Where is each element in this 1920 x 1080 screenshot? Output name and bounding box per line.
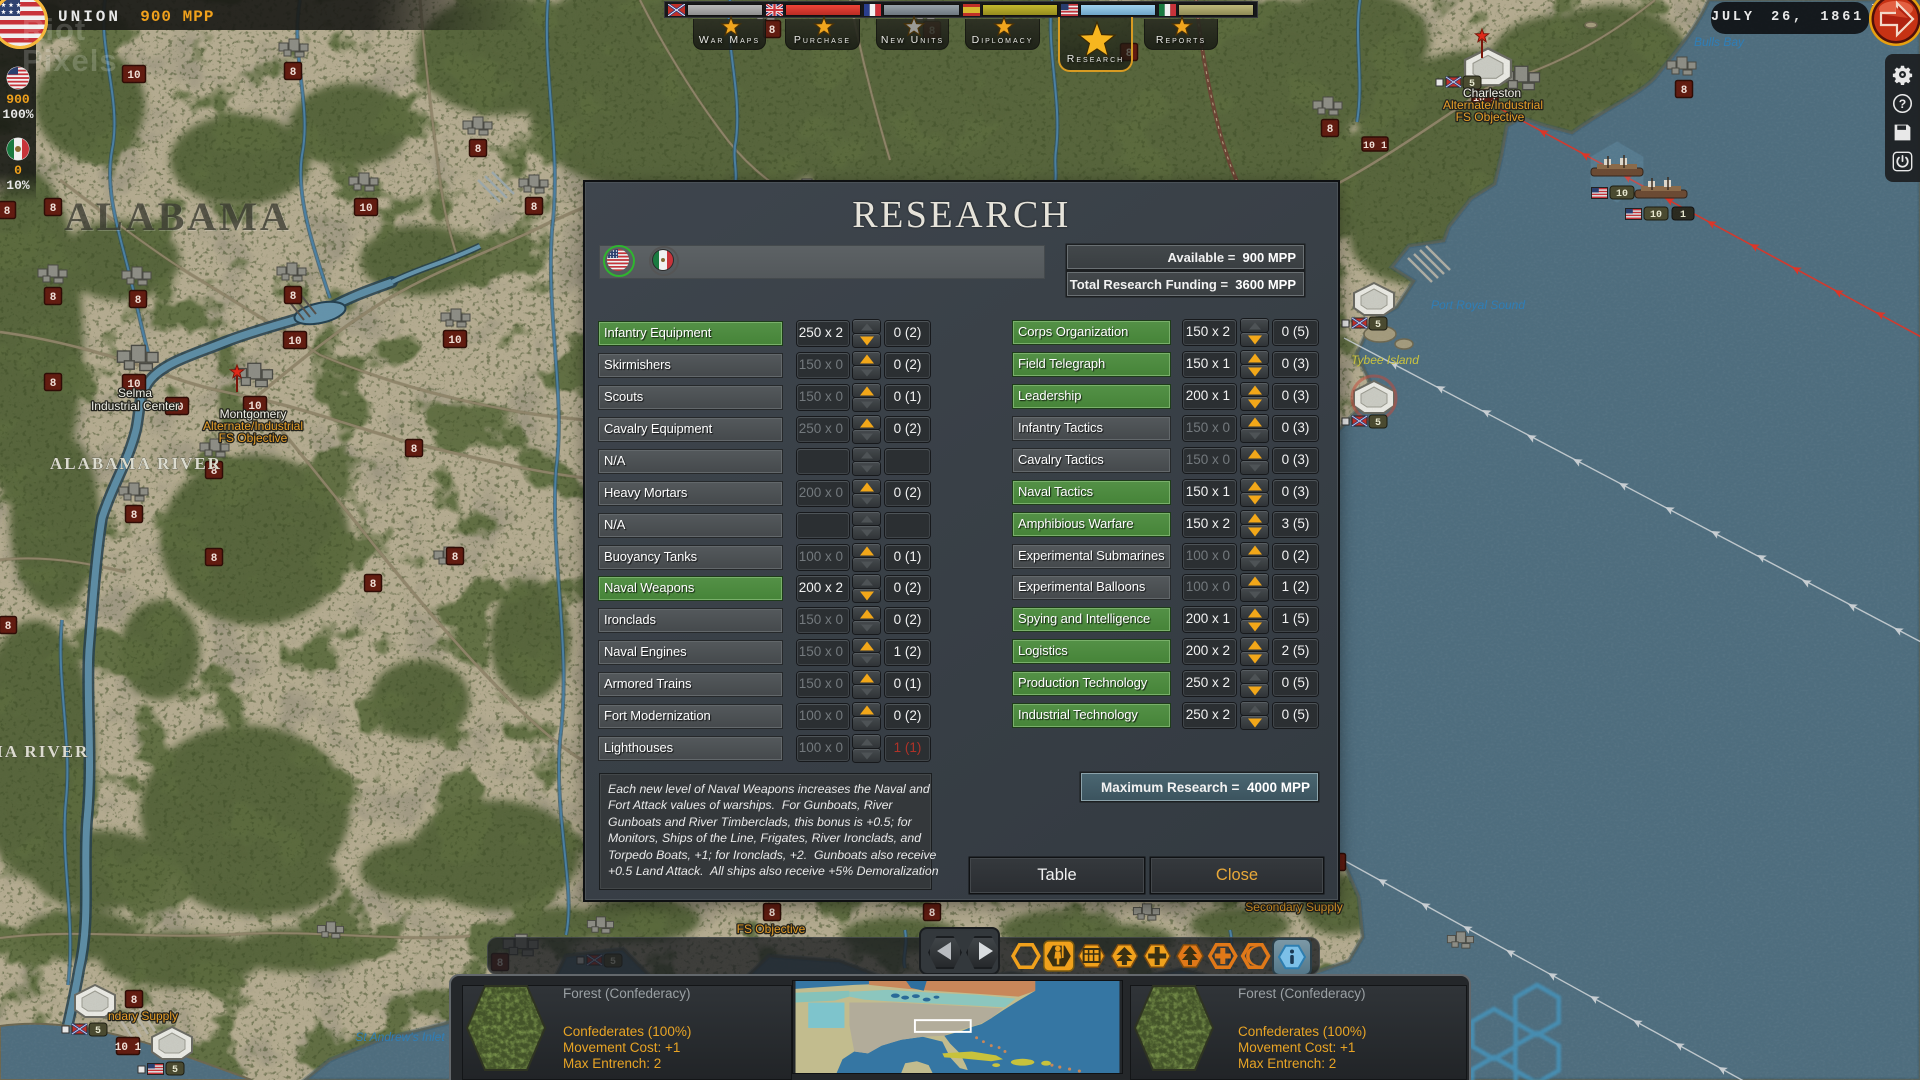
svg-text:?: ?	[1899, 97, 1906, 111]
